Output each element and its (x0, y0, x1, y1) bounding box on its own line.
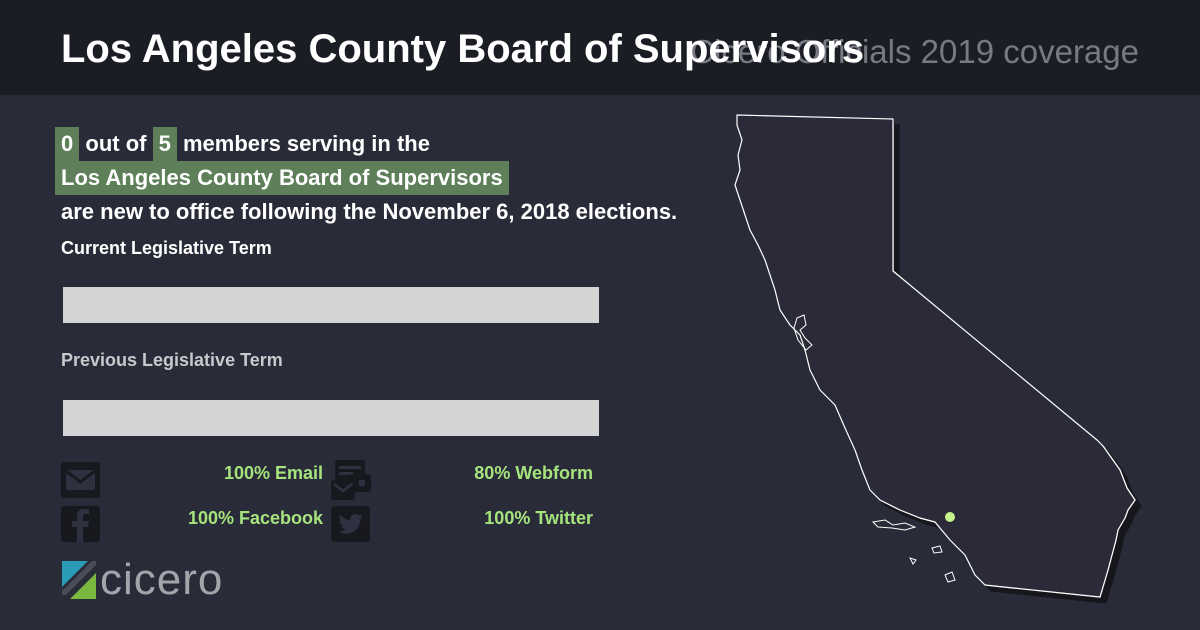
facebook-coverage: 100% Facebook (187, 508, 323, 528)
header-bar: Cicero Officials 2019 coverage Los Angel… (0, 0, 1200, 95)
total-members-count: 5 (152, 127, 177, 161)
new-members-count: 0 (55, 127, 80, 161)
summary-members-text: members serving in the (182, 131, 430, 156)
twitter-icon (331, 506, 370, 542)
summary-out-of: out of (85, 131, 147, 156)
previous-term-bar (63, 400, 599, 436)
cicero-logo-text: cicero (100, 555, 224, 604)
current-term-label: Current Legislative Term (61, 238, 272, 258)
previous-term-label: Previous Legislative Term (61, 350, 283, 370)
cicero-logo-mark (62, 561, 96, 599)
twitter-coverage: 100% Twitter (484, 508, 593, 528)
page-title: Los Angeles County Board of Supervisors (61, 27, 865, 71)
envelope-icon (61, 462, 100, 498)
webform-icon (331, 460, 371, 500)
summary-text: 0 out of 5 members serving in the Los An… (55, 127, 755, 229)
summary-line-2: Los Angeles County Board of Supervisors (55, 161, 755, 195)
email-coverage: 100% Email (223, 463, 323, 483)
los-angeles-marker (945, 512, 955, 522)
body-name-highlight: Los Angeles County Board of Supervisors (55, 161, 509, 195)
california-outline (734, 114, 1136, 598)
summary-line-1: 0 out of 5 members serving in the (55, 127, 755, 161)
summary-line-3: are new to office following the November… (61, 199, 678, 224)
california-map (734, 114, 1136, 598)
current-term-bar (63, 287, 599, 323)
facebook-icon (61, 506, 100, 542)
webform-coverage: 80% Webform (474, 463, 593, 483)
